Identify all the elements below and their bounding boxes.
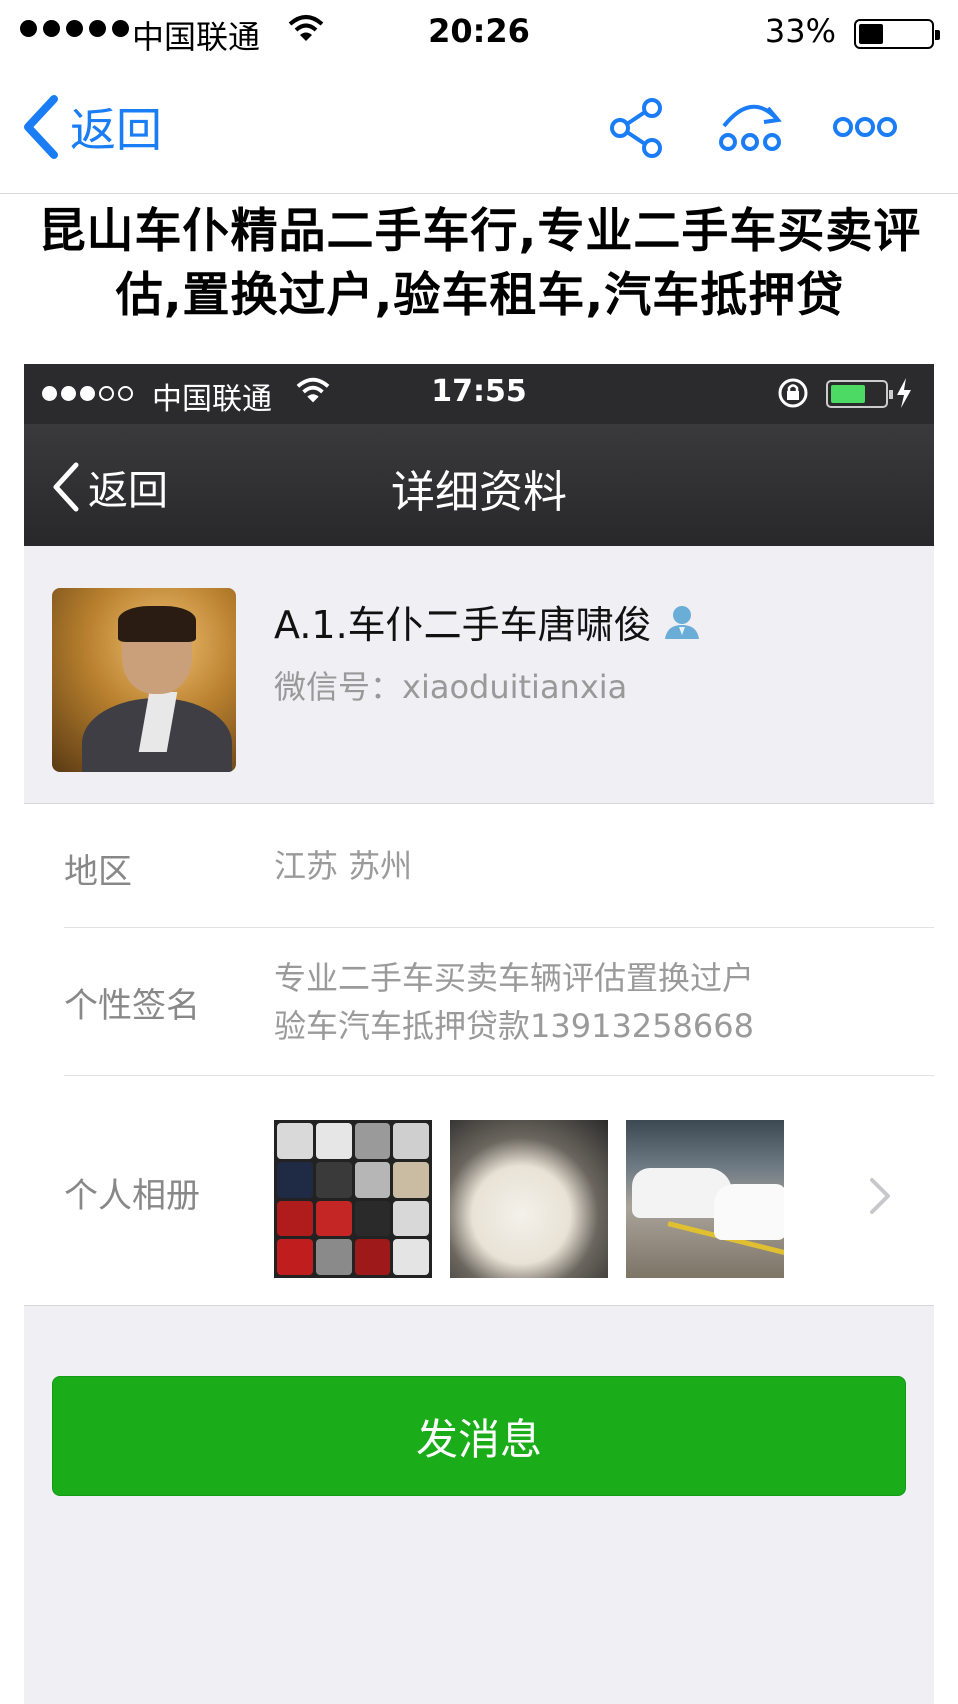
battery-percent: 33% (764, 12, 836, 50)
more-icon[interactable] (832, 112, 898, 142)
avatar[interactable] (52, 588, 236, 772)
signature-line-2: 验车汽车抵押贷款13913258668 (274, 1007, 754, 1045)
status-bar: 中国联通 20:26 33% (0, 0, 958, 68)
inner-page-title: 详细资料 (391, 467, 567, 518)
details-list: 地区 江苏 苏州 个性签名 专业二手车买卖车辆评估置换过户 验车汽车抵押贷款13… (24, 804, 934, 1306)
signature-label: 个性签名 (64, 986, 200, 1026)
signature-line-1: 专业二手车买卖车辆评估置换过户 (274, 959, 755, 997)
profile-header: A.1.车仆二手车唐啸俊 微信号：xiaoduitianxia (24, 546, 934, 804)
chevron-right-icon[interactable] (868, 1176, 892, 1216)
album-photo-bun[interactable] (450, 1120, 608, 1278)
male-gender-icon (664, 605, 699, 639)
battery-icon (854, 19, 940, 49)
region-label: 地区 (64, 852, 132, 892)
region-value: 江苏 苏州 (274, 847, 413, 885)
wechat-id: 微信号：xiaoduitianxia (274, 668, 628, 706)
inner-status-bar: 中国联通 17:55 (24, 364, 934, 424)
album-photo-cars-grid[interactable] (274, 1120, 432, 1278)
chevron-left-icon (24, 95, 58, 159)
rotation-lock-icon (778, 378, 808, 408)
embedded-screenshot: 中国联通 17:55 返回 详细资料 A.1.车仆二手车唐啸俊 微信号：xiao… (24, 364, 934, 1704)
nav-bar: 返回 (0, 68, 958, 194)
article-title: 昆山车仆精品二手车行,专业二手车买卖评估,置换过户,验车租车,汽车抵押贷 (38, 204, 922, 323)
send-message-button[interactable]: 发消息 (52, 1376, 906, 1496)
album-photo-car-lot[interactable] (626, 1120, 784, 1278)
album-thumbnails (274, 1120, 784, 1278)
album-label: 个人相册 (64, 1176, 200, 1216)
inner-nav-bar: 返回 详细资料 (24, 424, 934, 546)
back-button[interactable]: 返回 (22, 94, 162, 160)
profile-name: A.1.车仆二手车唐啸俊 (274, 594, 702, 649)
signature-value: 专业二手车买卖车辆评估置换过户 验车汽车抵押贷款13913258668 (274, 954, 754, 1050)
inner-battery-icon (826, 380, 893, 408)
share-icon[interactable] (608, 98, 664, 158)
back-label: 返回 (70, 103, 162, 157)
region-row: 地区 江苏 苏州 (64, 804, 934, 928)
profile-name-text: A.1.车仆二手车唐啸俊 (274, 603, 652, 647)
charging-icon (897, 378, 911, 408)
signature-row: 个性签名 专业二手车买卖车辆评估置换过户 验车汽车抵押贷款13913258668 (64, 928, 934, 1076)
album-row[interactable]: 个人相册 (64, 1076, 934, 1306)
follow-icon[interactable] (716, 98, 786, 158)
